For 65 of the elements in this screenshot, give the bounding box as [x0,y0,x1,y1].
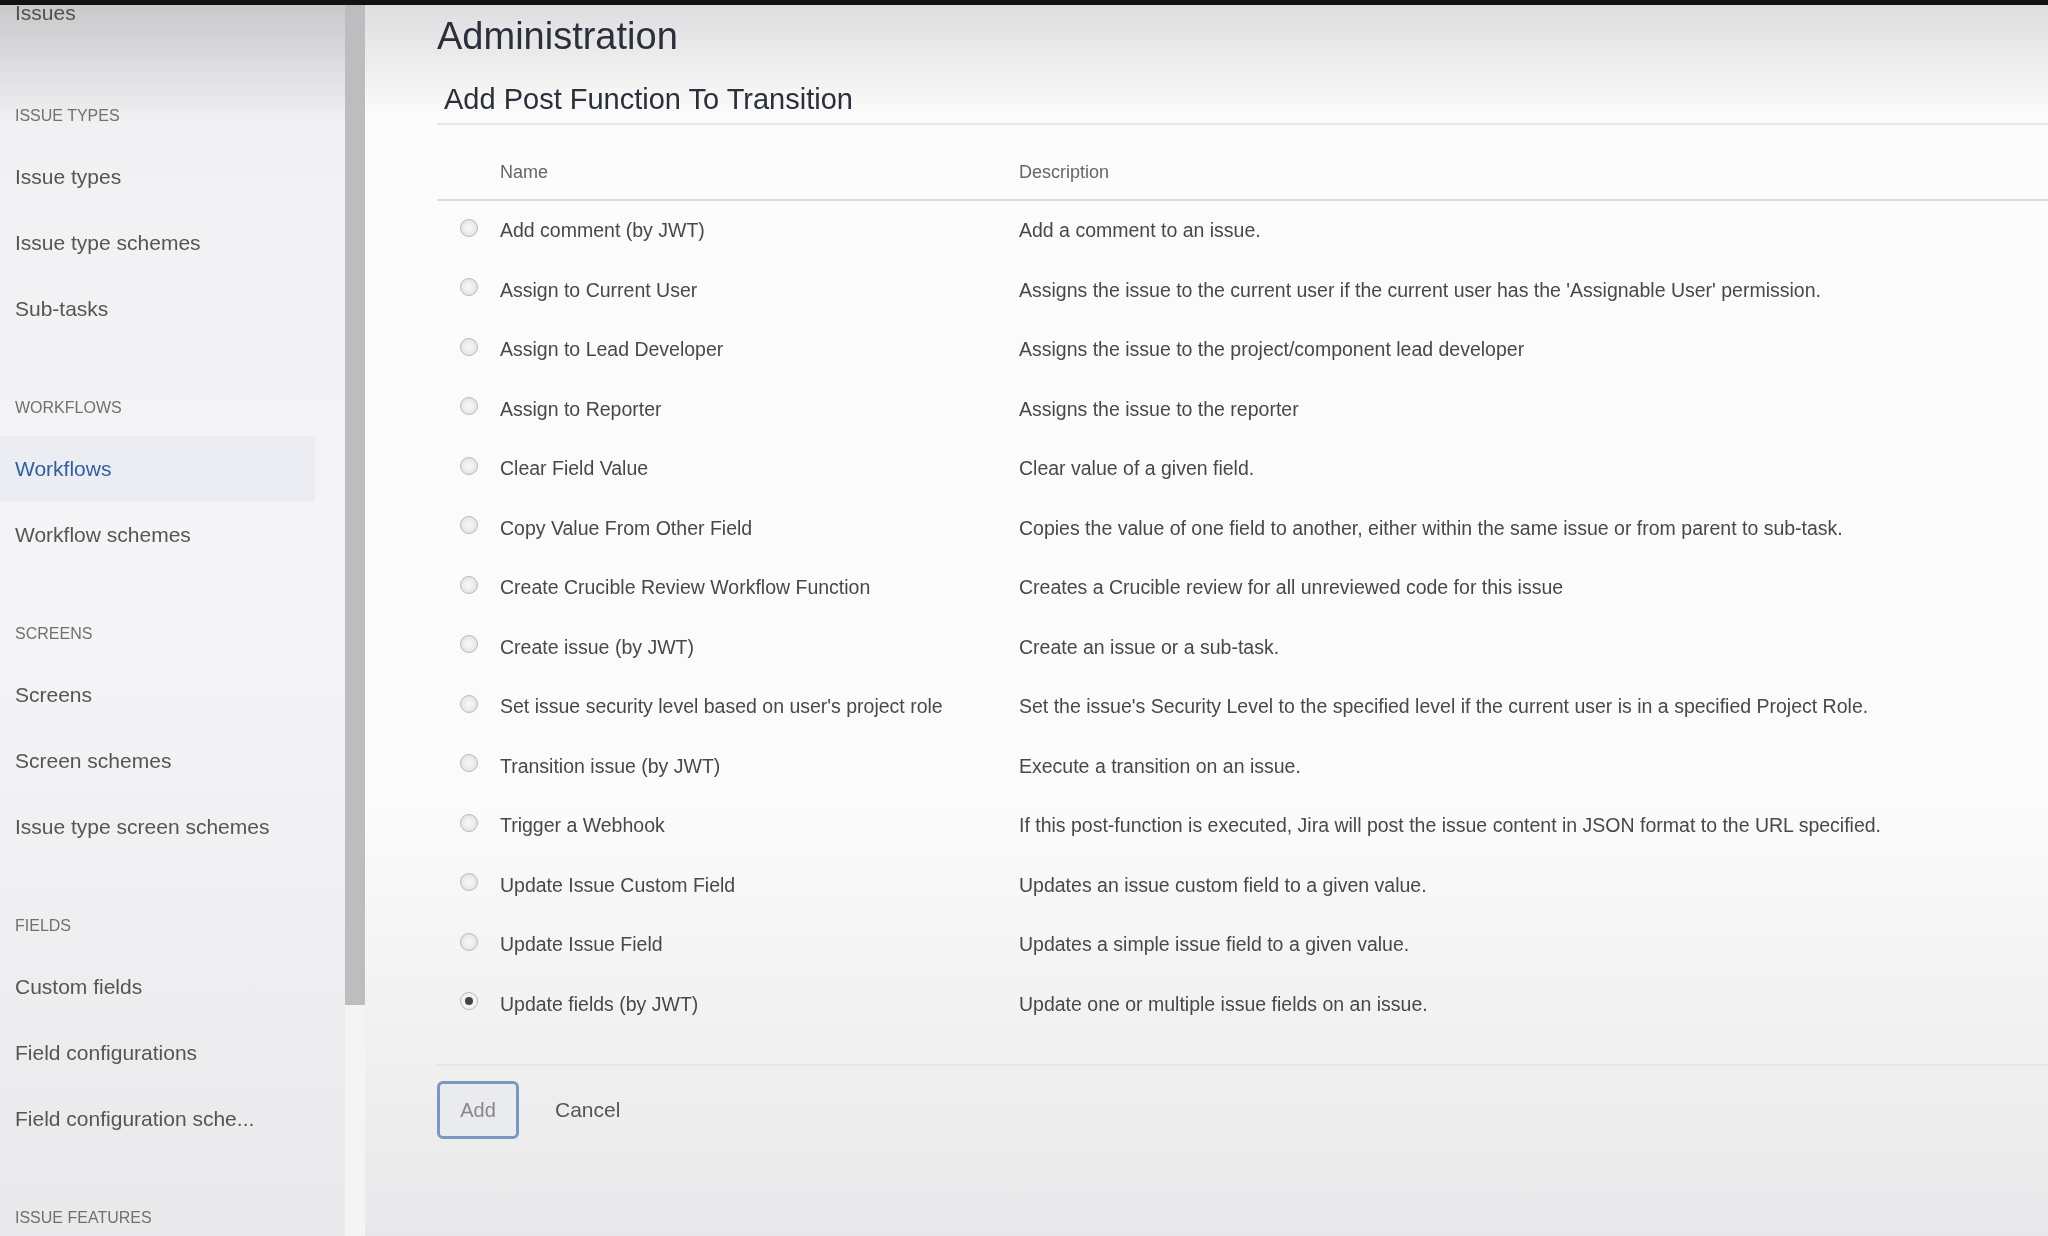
radio-button[interactable] [459,932,478,951]
radio-button[interactable] [459,575,478,594]
radio-button[interactable] [459,516,478,535]
function-description: Updates an issue custom field to a given value. [1019,873,1427,896]
function-description: Add a comment to an issue. [1019,219,1261,242]
function-name: Update Issue Field [500,933,663,956]
column-header: Name [500,162,548,182]
function-name: Add comment (by JWT) [500,219,705,242]
radio-button[interactable] [459,397,478,416]
function-name: Clear Field Value [500,457,649,480]
sidebar-title: Issues [14,5,77,26]
function-name: Copy Value From Other Field [500,516,753,539]
page-title: Administration [437,14,679,59]
radio-button[interactable] [459,337,478,356]
function-name: Set issue security level based on user's project role [500,695,943,718]
sidebar-item[interactable]: Screen schemes [0,728,315,794]
cancel-link[interactable]: Cancel [555,1094,621,1126]
function-description: Updates a simple issue field to a given value. [1019,933,1410,956]
function-description: Assigns the issue to the project/component lead developer [1019,338,1525,361]
sidebar-item[interactable]: Issue types [0,144,315,210]
radio-button[interactable] [459,218,478,237]
sidebar-item[interactable]: Screens [0,662,315,728]
radio-button[interactable] [459,456,478,475]
function-name: Assign to Reporter [500,397,662,420]
radio-button[interactable] [459,873,478,892]
sidebar-item[interactable]: Field configuration sche... [0,1086,315,1152]
section-heading: WORKFLOWS [14,398,123,418]
section-heading: ISSUE TYPES [14,106,121,126]
function-name: Transition issue (by JWT) [500,754,721,777]
function-description: Set the issue's Security Level to the specified level if the current user is in a specified Project Role. [1019,695,1869,718]
function-name: Update Issue Custom Field [500,873,736,896]
function-description: If this post-function is executed, Jira will post the issue content in JSON format to the URL specified. [1019,814,1881,837]
column-header: Description [1019,162,1110,182]
section-heading: ISSUE FEATURES [14,1208,153,1228]
function-description: Creates a Crucible review for all unreviewed code for this issue [1019,576,1564,599]
radio-button[interactable] [459,278,478,297]
sidebar-item[interactable]: Field configurations [0,1020,315,1086]
radio-button[interactable] [459,754,478,773]
radio-button[interactable] [459,813,478,832]
function-description: Assigns the issue to the reporter [1019,397,1299,420]
radio-button[interactable] [459,635,478,654]
function-name: Create Crucible Review Workflow Function [500,576,871,599]
function-name: Trigger a Webhook [500,814,665,837]
function-description: Clear value of a given field. [1019,457,1255,480]
scrollbar[interactable] [345,5,365,1005]
sidebar-item[interactable]: Sub-tasks [0,276,315,342]
function-name: Assign to Current User [500,278,698,301]
radio-button[interactable] [459,694,478,713]
function-name: Update fields (by JWT) [500,992,699,1015]
function-description: Update one or multiple issue fields on an issue. [1019,992,1428,1015]
function-description: Create an issue or a sub-task. [1019,635,1280,658]
function-description: Execute a transition on an issue. [1019,754,1301,777]
sidebar-item[interactable]: Custom fields [0,954,315,1020]
function-description: Copies the value of one field to another, either within the same issue or from parent to sub-task. [1019,516,1843,539]
function-name: Create issue (by JWT) [500,635,694,658]
sidebar-item[interactable]: Issue type screen schemes [0,794,315,860]
section-title: Add Post Function To Transition [444,82,854,117]
section-heading: FIELDS [14,916,72,936]
function-name: Assign to Lead Developer [500,338,724,361]
function-description: Assigns the issue to the current user if the current user has the 'Assignable User' permission. [1019,278,1821,301]
radio-button[interactable] [459,992,478,1011]
sidebar-item[interactable]: Issue type schemes [0,210,315,276]
section-heading: SCREENS [14,624,94,644]
sidebar-item[interactable]: Workflows [0,436,315,502]
sidebar-item[interactable]: Workflow schemes [0,502,315,568]
